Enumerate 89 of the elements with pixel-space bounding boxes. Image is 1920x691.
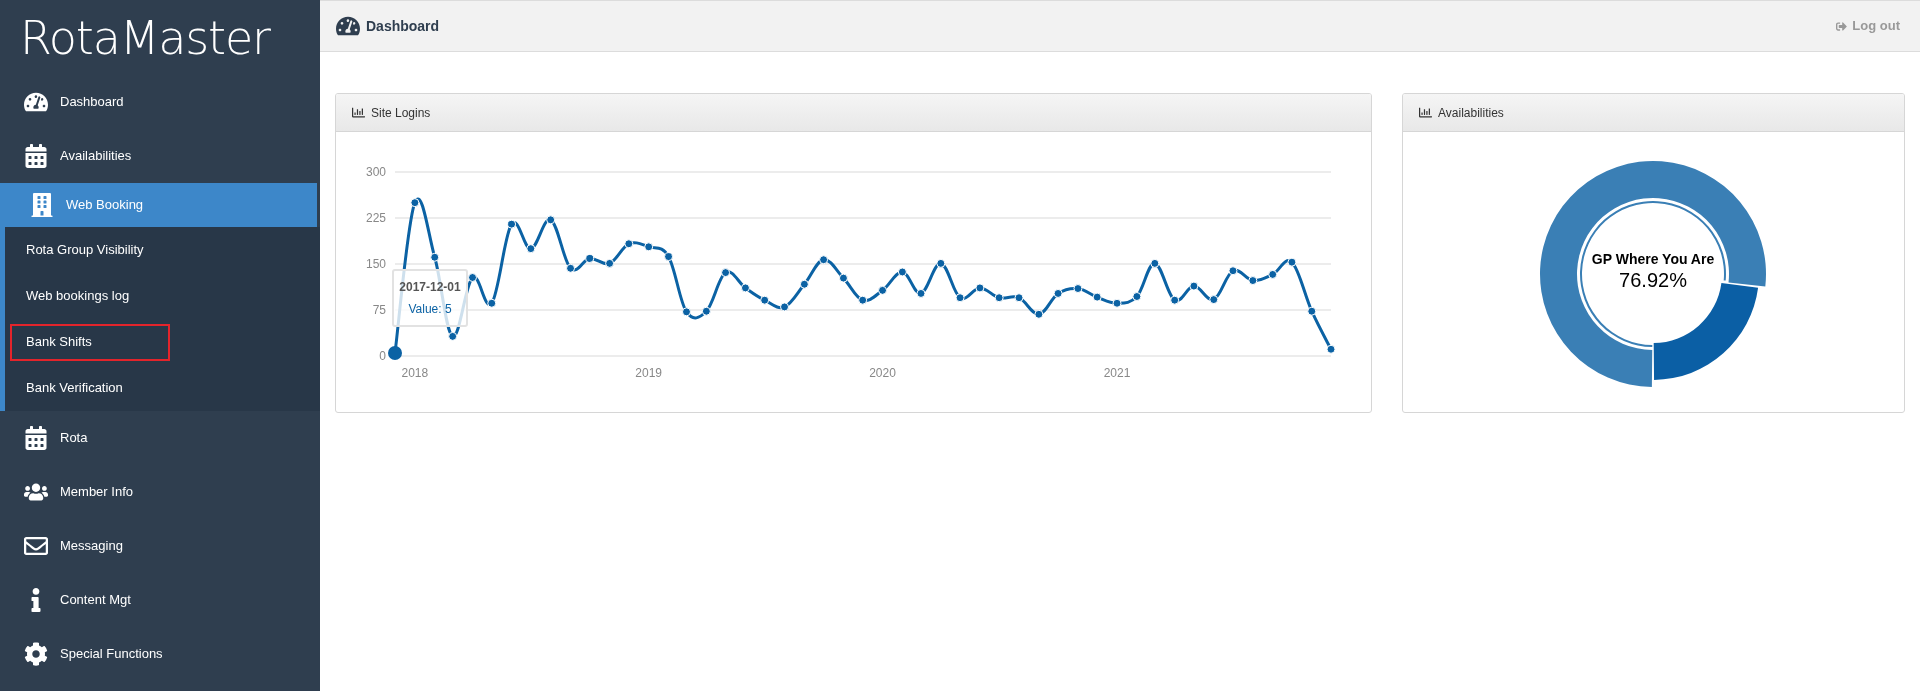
y-axis-label: 300 (365, 165, 386, 179)
data-point[interactable] (1287, 257, 1297, 267)
data-point[interactable] (624, 239, 634, 249)
data-point[interactable] (644, 242, 654, 252)
data-point[interactable] (1170, 295, 1180, 305)
data-point[interactable] (546, 215, 556, 225)
data-point[interactable] (682, 307, 691, 317)
data-point[interactable] (448, 331, 458, 341)
panel-title: Availabilities (1438, 104, 1504, 122)
data-point[interactable] (664, 252, 674, 262)
data-point[interactable] (1268, 269, 1278, 279)
envelope-icon (24, 534, 48, 558)
data-point[interactable] (1132, 292, 1142, 301)
data-point[interactable] (1228, 266, 1238, 276)
data-point[interactable] (1189, 281, 1199, 291)
y-axis-label: 0 (379, 349, 386, 363)
data-point[interactable] (721, 268, 731, 278)
data-point[interactable] (994, 293, 1004, 303)
data-point[interactable] (936, 258, 946, 268)
data-point[interactable] (566, 263, 576, 273)
data-point[interactable] (1248, 276, 1258, 286)
data-point[interactable] (878, 285, 888, 295)
nav-item[interactable]: Content Mgt (0, 573, 320, 627)
data-point[interactable] (858, 295, 868, 305)
submenu-item[interactable]: Web bookings log (10, 277, 130, 315)
data-point[interactable] (740, 283, 750, 293)
data-point[interactable] (1073, 284, 1083, 294)
data-point[interactable] (1053, 288, 1063, 298)
data-point[interactable] (1092, 292, 1102, 302)
bar-chart-icon (1419, 106, 1432, 119)
data-point[interactable] (955, 293, 965, 303)
y-axis-label: 150 (365, 257, 386, 271)
data-point[interactable] (1150, 258, 1160, 268)
data-point[interactable] (430, 252, 440, 262)
logo: RotaMaster (20, 14, 270, 61)
settings-icon (24, 642, 48, 666)
nav-item[interactable]: Rota (0, 411, 320, 465)
data-point[interactable] (1209, 295, 1219, 305)
data-point[interactable] (410, 198, 420, 208)
nav-item[interactable]: Dashboard (0, 75, 320, 129)
data-point[interactable] (1014, 293, 1024, 303)
data-point[interactable] (701, 306, 711, 316)
y-axis-label: 75 (372, 303, 386, 317)
data-point[interactable] (897, 267, 907, 277)
data-point[interactable] (585, 254, 595, 263)
nav-item[interactable]: Messaging (0, 519, 320, 573)
data-point[interactable] (819, 255, 829, 265)
data-point[interactable] (487, 298, 497, 308)
nav-item[interactable]: Web Booking (0, 183, 317, 227)
gauge-icon (24, 90, 48, 114)
calendar-icon (24, 426, 48, 450)
submenu-item[interactable]: Bank Verification (10, 369, 123, 407)
donut-value: 76.92% (1619, 268, 1687, 294)
donut-label: GP Where You Are (1591, 250, 1715, 269)
nav-item[interactable]: Availabilities (0, 129, 320, 183)
data-point[interactable] (1034, 309, 1044, 319)
x-axis-label: 2018 (401, 366, 429, 380)
data-point[interactable] (1307, 306, 1317, 316)
logout-icon (1836, 20, 1848, 32)
tooltip-date: 2017-12-01 (399, 279, 461, 296)
data-point[interactable] (975, 283, 985, 293)
submenu-item[interactable]: Bank Shifts (10, 323, 170, 361)
bar-chart-icon (352, 106, 365, 119)
data-point[interactable] (838, 273, 848, 283)
x-axis-label: 2021 (1103, 366, 1131, 380)
nav-item[interactable]: Special Functions (0, 627, 320, 681)
nav-item[interactable]: Member Info (0, 465, 320, 519)
data-point[interactable] (1112, 298, 1122, 308)
data-point[interactable] (799, 279, 809, 289)
data-point[interactable] (388, 345, 402, 360)
data-point[interactable] (507, 219, 517, 229)
data-point[interactable] (526, 244, 536, 254)
data-point[interactable] (468, 273, 477, 282)
building-icon (30, 193, 54, 217)
x-axis-label: 2020 (869, 366, 896, 380)
gauge-icon (336, 14, 360, 38)
x-axis-label: 2019 (635, 366, 663, 380)
data-point[interactable] (780, 302, 789, 312)
tooltip-value: Value: 5 (408, 301, 452, 318)
data-point[interactable] (605, 258, 615, 268)
data-point[interactable] (1326, 344, 1336, 354)
submenu-item[interactable]: Rota Group Visibility (10, 231, 144, 269)
page-title: Dashboard (366, 16, 440, 36)
data-point[interactable] (916, 288, 926, 298)
data-point[interactable] (760, 295, 770, 305)
calendar-icon (24, 144, 48, 168)
panel-title: Site Logins (371, 104, 431, 122)
donut-slice[interactable] (1540, 161, 1766, 387)
y-axis-label: 225 (365, 211, 386, 225)
